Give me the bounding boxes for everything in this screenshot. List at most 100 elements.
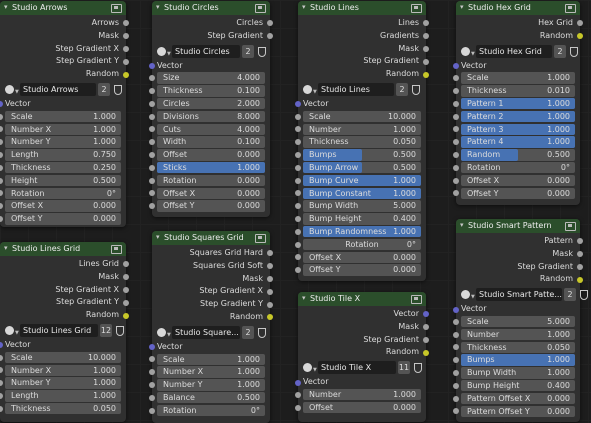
field-offset-y[interactable]: Offset Y 0.000 (149, 200, 265, 212)
field-offset-x[interactable]: Offset X 0.000 (0, 200, 121, 212)
field-thickness[interactable]: Thickness 0.250 (0, 161, 121, 174)
user-count[interactable]: 2 (242, 44, 254, 58)
node-group-selector[interactable]: ▼ Studio Tile X 11 (301, 361, 423, 375)
field-number-y[interactable]: Number Y 1.000 (149, 379, 265, 391)
collapse-arrow-icon[interactable]: ▾ (302, 3, 306, 11)
input-socket[interactable] (149, 356, 155, 363)
output-socket[interactable] (267, 314, 273, 321)
field-random[interactable]: Random 0.500 (453, 149, 575, 161)
input-socket[interactable] (295, 164, 301, 171)
group-name-field[interactable]: Studio Circles (172, 44, 240, 58)
input-socket[interactable] (453, 357, 459, 364)
output-socket[interactable] (123, 274, 129, 281)
node-studio-lines[interactable]: ▾ Studio Lines Lines Gradients Mask Step Grad… (295, 1, 429, 281)
input-socket[interactable] (295, 126, 301, 133)
output-socket[interactable] (123, 45, 129, 52)
input-socket[interactable] (453, 190, 459, 197)
output-socket[interactable] (423, 58, 429, 65)
node-tree-icon[interactable]: ▼ (157, 46, 171, 57)
input-socket[interactable] (149, 75, 155, 82)
field-offset[interactable]: Offset 0.000 (295, 401, 421, 414)
field-thickness[interactable]: Thickness 0.050 (453, 341, 575, 354)
input-socket[interactable] (295, 190, 301, 197)
vector-input-socket[interactable] (453, 306, 459, 313)
input-socket[interactable] (453, 395, 459, 402)
collapse-arrow-icon[interactable]: ▾ (302, 294, 306, 302)
node-tree-icon[interactable]: ▼ (461, 46, 475, 57)
node-studio-arrows[interactable]: ▾ Studio Arrows Arrows Mask Step Gradient X S… (0, 1, 129, 227)
node-group-selector[interactable]: ▼ Studio Lines Grid 12 (3, 323, 124, 337)
output-socket[interactable] (267, 275, 273, 282)
node-group-selector[interactable]: ▼ Studio Hex Grid 2 (459, 44, 578, 58)
field-rotation[interactable]: Rotation 0° (453, 161, 575, 174)
input-socket[interactable] (149, 164, 155, 171)
input-socket[interactable] (149, 87, 155, 94)
output-socket[interactable] (267, 20, 273, 27)
fake-user-shield-icon[interactable] (258, 46, 266, 57)
output-socket[interactable] (123, 58, 129, 65)
field-cuts[interactable]: Cuts 4.000 (149, 123, 265, 136)
input-socket[interactable] (0, 367, 3, 374)
input-socket[interactable] (453, 382, 459, 389)
node-tree-icon[interactable]: ▼ (157, 327, 171, 338)
field-length[interactable]: Length 1.000 (0, 390, 121, 402)
collapse-arrow-icon[interactable]: ▾ (156, 3, 160, 11)
input-socket[interactable] (149, 190, 155, 197)
output-socket[interactable] (123, 71, 129, 78)
input-socket[interactable] (0, 190, 3, 197)
node-studio-tile-x[interactable]: ▾ Studio Tile X Vector Mask Step Gradient Ran… (295, 292, 429, 422)
node-tree-icon[interactable]: ▼ (303, 84, 317, 95)
fake-user-shield-icon[interactable] (258, 327, 266, 338)
field-bumps[interactable]: Bumps 1.000 (453, 354, 575, 366)
node-group-selector[interactable]: ▼ Studio Square... 2 (155, 325, 267, 339)
field-sticks[interactable]: Sticks 1.000 (149, 161, 265, 174)
field-thickness[interactable]: Thickness 0.100 (149, 85, 265, 97)
field-pattern-4[interactable]: Pattern 4 1.000 (453, 136, 575, 148)
output-socket[interactable] (577, 20, 583, 27)
input-socket[interactable] (149, 100, 155, 107)
input-socket[interactable] (295, 177, 301, 184)
input-socket[interactable] (149, 381, 155, 388)
field-pattern-offset-x[interactable]: Pattern Offset X 0.000 (453, 392, 575, 405)
output-socket[interactable] (423, 71, 429, 78)
user-count[interactable]: 12 (100, 323, 112, 337)
user-count[interactable]: 2 (554, 44, 566, 58)
output-socket[interactable] (123, 299, 129, 306)
node-group-selector[interactable]: ▼ Studio Arrows 2 (3, 82, 123, 96)
output-socket[interactable] (267, 301, 273, 308)
field-length[interactable]: Length 0.750 (0, 149, 121, 161)
field-rotation[interactable]: Rotation 0° (149, 404, 265, 417)
fake-user-shield-icon[interactable] (414, 363, 422, 374)
node-header[interactable]: ▾ Studio Smart Pattern (456, 219, 580, 233)
node-header[interactable]: ▾ Studio Tile X (298, 292, 426, 306)
input-socket[interactable] (0, 126, 3, 133)
input-socket[interactable] (453, 151, 459, 158)
input-socket[interactable] (295, 139, 301, 146)
field-offset-y[interactable]: Offset Y 0.000 (0, 213, 121, 225)
group-name-field[interactable]: Studio Lines Grid (20, 323, 98, 337)
input-socket[interactable] (149, 394, 155, 401)
node-tree-icon[interactable]: ▼ (303, 362, 317, 373)
vector-input-socket[interactable] (149, 344, 155, 351)
field-offset[interactable]: Offset 0.000 (149, 149, 265, 161)
vector-input-socket[interactable] (295, 379, 301, 386)
node-header[interactable]: ▾ Studio Arrows (0, 1, 126, 15)
group-name-field[interactable]: Studio Smart Patte... (476, 288, 562, 302)
field-offset-x[interactable]: Offset X 0.000 (295, 251, 421, 264)
input-socket[interactable] (149, 126, 155, 133)
node-header[interactable]: ▾ Studio Lines (298, 1, 426, 15)
input-socket[interactable] (295, 241, 301, 248)
collapse-arrow-icon[interactable]: ▾ (4, 3, 8, 11)
field-bump-height[interactable]: Bump Height 0.400 (295, 213, 421, 225)
field-rotation[interactable]: Rotation 0° (295, 238, 421, 251)
user-count[interactable]: 2 (242, 325, 254, 339)
input-socket[interactable] (0, 405, 3, 412)
input-socket[interactable] (149, 203, 155, 210)
input-socket[interactable] (0, 113, 3, 120)
vector-input-socket[interactable] (149, 62, 155, 69)
input-socket[interactable] (0, 203, 3, 210)
output-socket[interactable] (267, 263, 273, 270)
collapse-arrow-icon[interactable]: ▾ (4, 244, 8, 252)
user-count[interactable]: 2 (396, 82, 408, 96)
output-socket[interactable] (423, 45, 429, 52)
